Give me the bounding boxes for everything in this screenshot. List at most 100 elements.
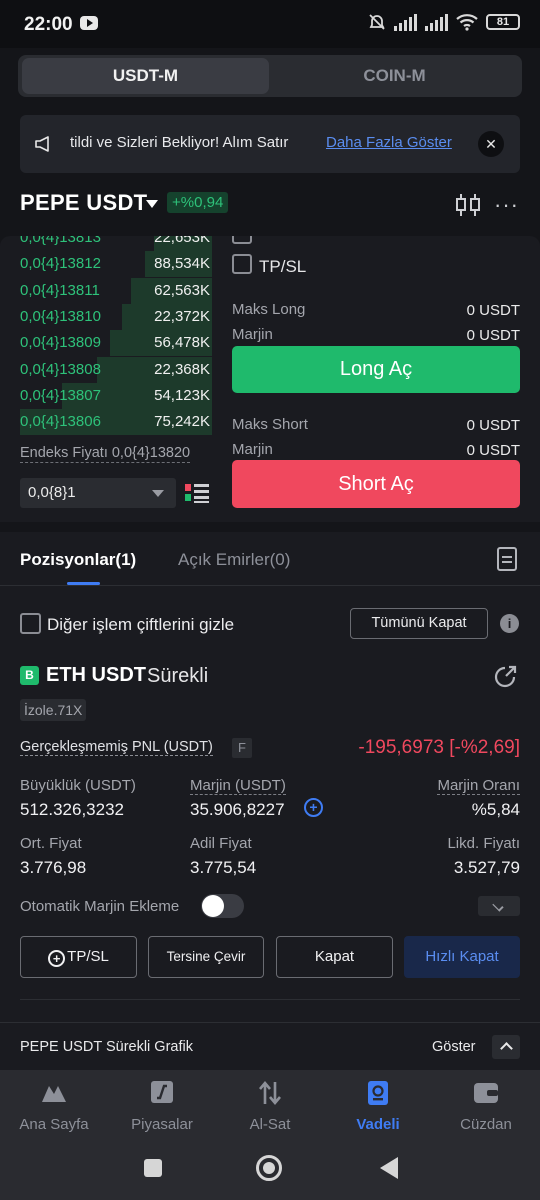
mark-price-value: 3.775,54 (190, 858, 257, 877)
orderbook-mode-icon[interactable] (184, 482, 210, 504)
margin-long-label: Marjin (232, 326, 273, 343)
market-type-tabs: USDT-M COIN-M (18, 55, 522, 97)
nav-label: Ana Sayfa (19, 1116, 89, 1133)
signal-icon (394, 13, 417, 31)
trade-panel: 0,0{4}13813 22,653K 0,0{4}13812 88,534K 0,0{… (0, 236, 540, 522)
hide-other-pairs-checkbox[interactable] (20, 613, 41, 634)
info-icon[interactable]: i (500, 614, 519, 633)
tab-usdt-m[interactable]: USDT-M (22, 58, 269, 94)
tab-coin-m[interactable]: COIN-M (271, 58, 518, 94)
markets-icon (151, 1081, 173, 1103)
nav-label: Al-Sat (249, 1116, 291, 1133)
reverse-position-button[interactable]: Tersine Çevir (148, 936, 264, 978)
max-short-value: 0 USDT (466, 417, 520, 434)
nav-label: Cüzdan (460, 1116, 512, 1133)
margin-ratio-label[interactable]: Marjin Oranı (437, 777, 520, 795)
chevron-up-icon[interactable] (492, 1035, 520, 1059)
margin-value: 35.906,8227 (190, 800, 285, 819)
status-icons: 81 (368, 13, 520, 31)
unrealized-pnl-value: -195,6973 [-%2,69] (358, 737, 520, 758)
orderbook-row[interactable]: 0,0{4}13808 22,368K (20, 356, 212, 383)
orderbook-price: 0,0{4}13811 (20, 281, 100, 299)
orderbook-row[interactable]: 0,0{4}13811 62,563K (20, 277, 212, 304)
more-options-icon[interactable]: ··· (494, 192, 519, 218)
max-short-label: Maks Short (232, 416, 308, 433)
orderbook-quantity: 75,242K (154, 413, 210, 431)
tab-positions[interactable]: Pozisyonlar(1) (20, 550, 136, 570)
pnl-f-tag: F (232, 738, 252, 758)
partial-checkbox[interactable] (232, 236, 252, 244)
open-long-button[interactable]: Long Aç (232, 346, 520, 393)
orderbook-quantity: 22,372K (154, 307, 210, 325)
history-document-icon[interactable] (497, 547, 517, 571)
nav-markets[interactable]: Piyasalar (108, 1070, 216, 1148)
unrealized-pnl-label[interactable]: Gerçekleşmemiş PNL (USDT) (20, 739, 213, 756)
position-symbol[interactable]: ETH USDT (46, 664, 146, 687)
nav-home[interactable]: Ana Sayfa (0, 1070, 108, 1148)
chart-bar-label: PEPE USDT Sürekli Grafik (20, 1039, 193, 1055)
margin-ratio-value: %5,84 (471, 800, 520, 819)
pair-dropdown-icon[interactable] (146, 200, 158, 208)
entry-price-value: 3.776,98 (20, 858, 87, 877)
tpsl-checkbox[interactable] (232, 254, 252, 274)
add-margin-icon[interactable]: + (304, 798, 323, 817)
open-short-button[interactable]: Short Aç (232, 460, 520, 508)
margin-short-value: 0 USDT (466, 442, 520, 459)
nav-trade[interactable]: Al-Sat (216, 1070, 324, 1148)
tab-open-orders[interactable]: Açık Emirler(0) (178, 550, 290, 570)
banner-close-button[interactable]: ✕ (478, 131, 504, 157)
toggle-knob (202, 895, 224, 917)
liquidation-price-value: 3.527,79 (453, 858, 520, 877)
futures-icon (368, 1081, 388, 1105)
system-navigation (0, 1148, 540, 1200)
back-button[interactable] (380, 1157, 398, 1179)
nav-wallet[interactable]: Cüzdan (432, 1070, 540, 1148)
isolation-leverage-tag: İzole.71X (20, 699, 87, 721)
orderbook-row[interactable]: 0,0{4}13810 22,372K (20, 303, 212, 330)
tpsl-button[interactable]: + TP/SL (20, 936, 137, 978)
index-price: Endeks Fiyatı 0,0{4}13820 (20, 445, 191, 463)
home-button[interactable] (256, 1155, 282, 1181)
entry-price-label: Ort. Fiyat (20, 835, 82, 852)
status-time: 22:00 (24, 14, 73, 35)
orderbook-row[interactable]: 0,0{4}13807 54,123K (20, 382, 212, 409)
margin-label[interactable]: Marjin (USDT) (190, 777, 286, 795)
megaphone-icon (35, 136, 49, 152)
recent-apps-button[interactable] (144, 1159, 162, 1177)
orderbook-quantity: 62,563K (154, 281, 210, 299)
orderbook-row[interactable]: 0,0{4}13806 75,242K (20, 409, 212, 436)
position-type: Sürekli (147, 665, 209, 687)
max-long-label: Maks Long (232, 301, 306, 318)
orderbook-row[interactable]: 0,0{4}13812 88,534K (20, 251, 212, 278)
quick-close-button[interactable]: Hızlı Kapat (404, 936, 520, 978)
close-all-button[interactable]: Tümünü Kapat (350, 608, 488, 639)
liquidation-price-label: Likd. Fiyatı (447, 835, 520, 852)
show-chart-link[interactable]: Göster (432, 1039, 476, 1055)
orderbook-quantity: 22,653K (154, 236, 210, 246)
signal-icon-2 (425, 13, 448, 31)
candlestick-chart-icon[interactable] (455, 193, 481, 217)
expand-details-button[interactable] (478, 896, 520, 916)
pair-selector[interactable]: PEPE USDT (20, 190, 147, 216)
plus-icon: + (48, 950, 66, 967)
status-bar: 22:00 81 (0, 0, 540, 48)
price-change-badge: +%0,94 (167, 192, 229, 213)
size-value: 512.326,3232 (20, 800, 124, 819)
close-position-button[interactable]: Kapat (276, 936, 393, 978)
orderbook-quantity: 88,534K (154, 255, 210, 273)
nav-futures[interactable]: Vadeli (324, 1070, 432, 1148)
share-icon[interactable] (494, 664, 518, 688)
exchange-badge: B (20, 666, 39, 685)
nav-label: Vadeli (356, 1116, 400, 1133)
tpsl-label: TP/SL (259, 257, 307, 276)
orderbook-row[interactable]: 0,0{4}13813 22,653K (20, 236, 212, 251)
hide-other-pairs-label: Diğer işlem çiftlerini gizle (47, 615, 235, 634)
wifi-icon (456, 14, 478, 31)
auto-margin-label: Otomatik Marjin Ekleme (20, 898, 180, 915)
orderbook-row[interactable]: 0,0{4}13809 56,478K (20, 330, 212, 357)
orderbook-price: 0,0{4}13813 (20, 236, 101, 246)
orderbook-quantity: 56,478K (154, 334, 210, 352)
orderbook-price: 0,0{4}13806 (20, 413, 101, 431)
banner-more-link[interactable]: Daha Fazla Göster (326, 134, 452, 151)
battery-icon: 81 (486, 14, 520, 30)
